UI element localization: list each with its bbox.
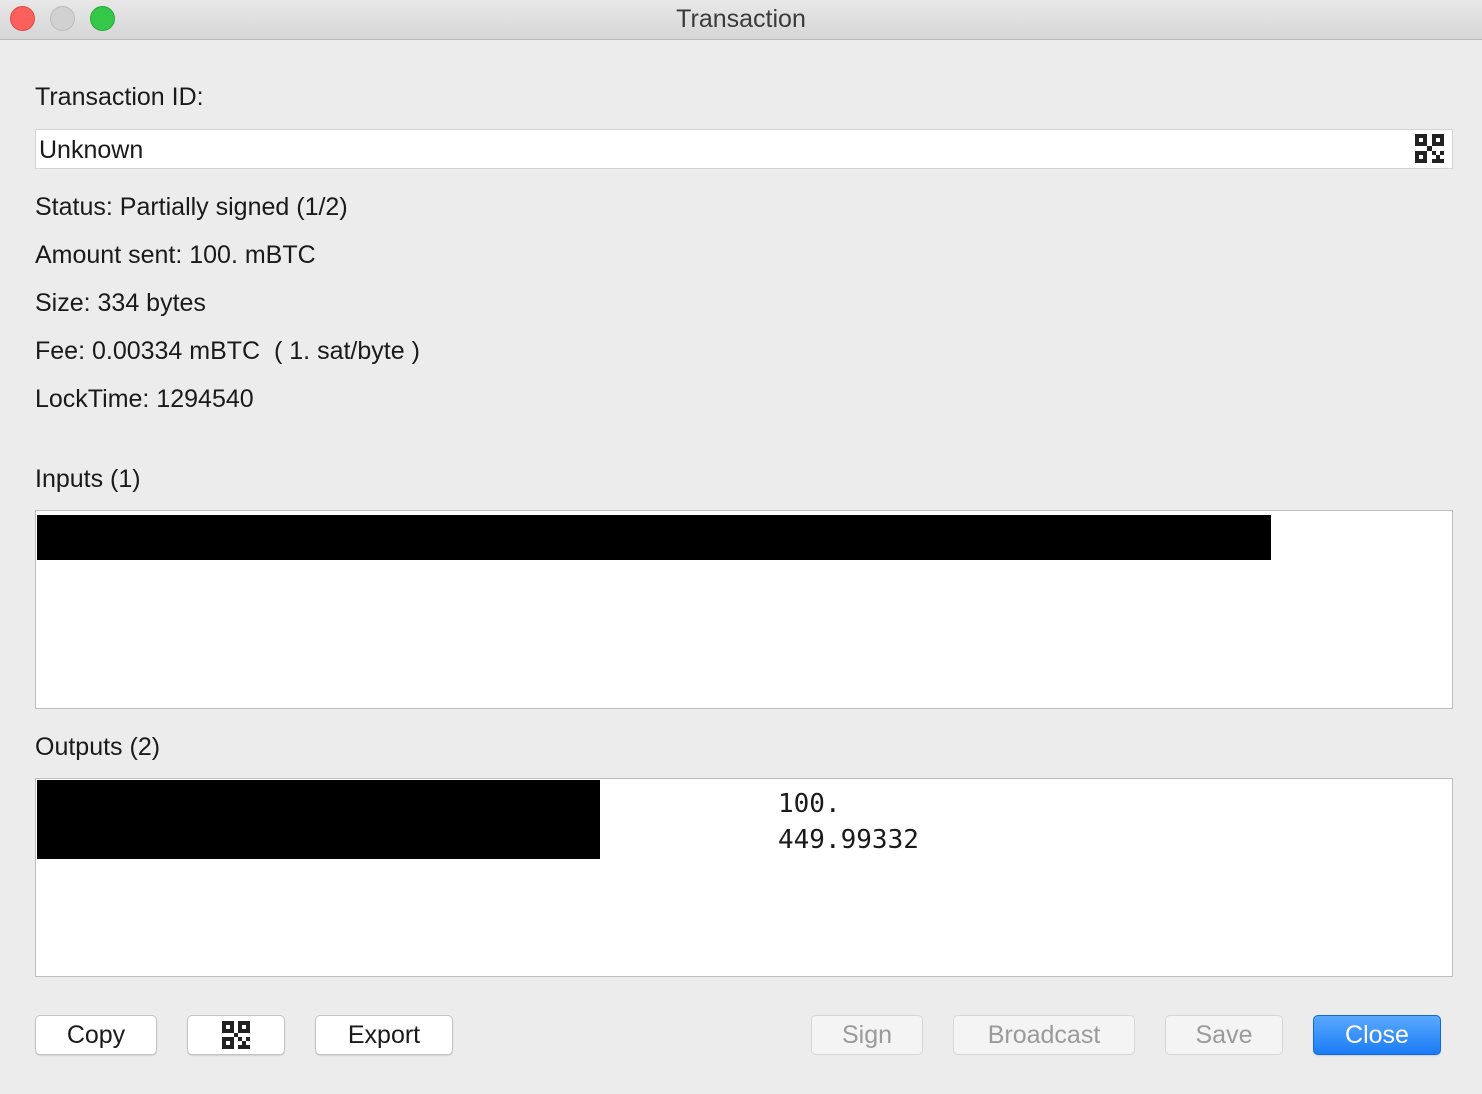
outputs-list[interactable]: 100. 449.99332 (35, 778, 1453, 977)
redacted-output-addresses (37, 780, 600, 859)
qr-code-button[interactable] (187, 1015, 285, 1055)
status-text: Status: Partially signed (1/2) (35, 193, 348, 221)
sign-button[interactable]: Sign (811, 1015, 923, 1055)
close-button[interactable]: Close (1313, 1015, 1441, 1055)
save-button[interactable]: Save (1165, 1015, 1283, 1055)
broadcast-button[interactable]: Broadcast (953, 1015, 1135, 1055)
fee-text: Fee: 0.00334 mBTC ( 1. sat/byte ) (35, 337, 420, 365)
amount-sent-text: Amount sent: 100. mBTC (35, 241, 316, 269)
inputs-label: Inputs (1) (35, 465, 141, 493)
locktime-text: LockTime: 1294540 (35, 385, 254, 413)
txid-value: Unknown (39, 136, 144, 164)
transaction-window: Transaction Transaction ID: Unknown Stat… (0, 0, 1482, 1094)
txid-field[interactable]: Unknown (35, 129, 1453, 169)
outputs-label: Outputs (2) (35, 733, 161, 761)
inputs-list[interactable] (35, 510, 1453, 709)
size-text: Size: 334 bytes (35, 289, 206, 317)
copy-button[interactable]: Copy (35, 1015, 157, 1055)
output-amount: 100. (778, 789, 841, 819)
output-amount: 449.99332 (778, 825, 919, 855)
window-title: Transaction (676, 5, 806, 33)
qr-code-icon (221, 1020, 251, 1050)
title-bar[interactable]: Transaction (0, 0, 1482, 40)
redacted-input-row (37, 515, 1271, 560)
txid-label: Transaction ID: (35, 83, 204, 111)
export-button[interactable]: Export (315, 1015, 453, 1055)
qr-code-icon[interactable] (1415, 134, 1444, 163)
